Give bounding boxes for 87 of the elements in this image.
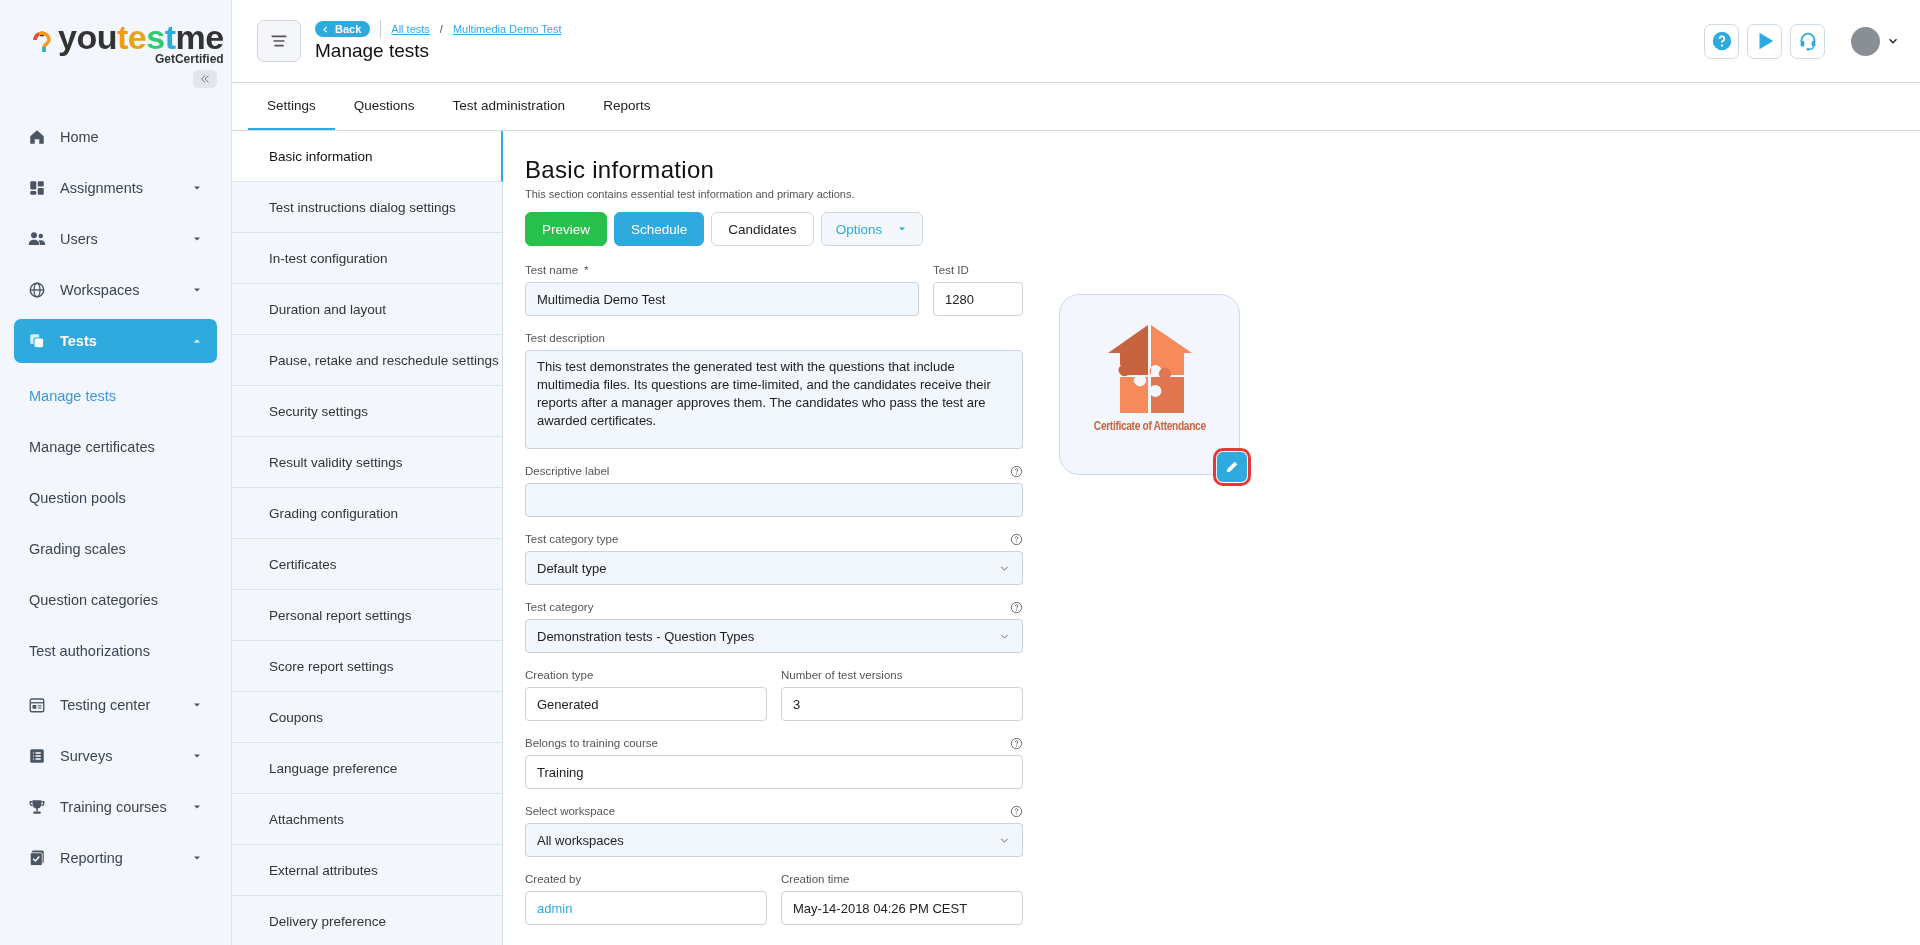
input-field[interactable]: Generated bbox=[525, 687, 767, 721]
settings-nav-item[interactable]: Delivery preference bbox=[232, 896, 502, 945]
settings-nav-item[interactable]: Duration and layout bbox=[232, 284, 502, 335]
page-title: Manage tests bbox=[315, 40, 431, 62]
chevron-left-icon bbox=[321, 24, 330, 34]
home-icon bbox=[28, 128, 46, 146]
select-field[interactable]: Demonstration tests - Question Types bbox=[525, 619, 1023, 653]
calendar-icon bbox=[28, 696, 46, 714]
help-icon[interactable] bbox=[1010, 532, 1023, 546]
logo-tagline: GetCertified bbox=[154, 52, 224, 66]
help-icon bbox=[1710, 30, 1733, 52]
input-field[interactable]: Multimedia Demo Test bbox=[525, 282, 919, 316]
help-icon[interactable] bbox=[1010, 600, 1023, 614]
dashboard-icon bbox=[28, 179, 46, 197]
help-icon[interactable] bbox=[1010, 464, 1023, 478]
certificate-caption: Certificate of Attendance bbox=[1093, 419, 1206, 433]
settings-nav-item[interactable]: Attachments bbox=[232, 794, 502, 845]
settings-nav-item[interactable]: Certificates bbox=[232, 539, 502, 590]
users-icon bbox=[28, 230, 46, 248]
tab[interactable]: Questions bbox=[334, 83, 434, 130]
settings-nav-item[interactable]: Basic information bbox=[232, 131, 503, 182]
sidebar-item[interactable]: Surveys bbox=[14, 734, 217, 778]
field-label: Created by bbox=[525, 873, 582, 885]
field-label: Creation type bbox=[525, 669, 594, 681]
settings-nav-item[interactable]: Security settings bbox=[232, 386, 502, 437]
field-label: Descriptive label bbox=[525, 465, 610, 477]
sidebar-item[interactable]: Workspaces bbox=[14, 268, 217, 312]
settings-nav-item[interactable]: Grading configuration bbox=[232, 488, 502, 539]
user-avatar[interactable] bbox=[1851, 26, 1880, 56]
settings-nav-item[interactable]: Coupons bbox=[232, 692, 502, 743]
section-title: Basic information bbox=[525, 156, 716, 184]
field-label: Test description bbox=[525, 332, 605, 344]
trophy-icon bbox=[28, 798, 46, 816]
double-chevron-icon bbox=[198, 72, 212, 86]
settings-nav-item[interactable]: Test instructions dialog settings bbox=[232, 182, 502, 233]
field-label: Creation time bbox=[781, 873, 850, 885]
sidebar-subitem[interactable]: Manage certificates bbox=[0, 421, 231, 472]
help-icon[interactable] bbox=[1010, 736, 1023, 750]
field-label: Test ID bbox=[933, 264, 969, 276]
tab[interactable]: Reports bbox=[584, 83, 670, 130]
input-field[interactable]: 3 bbox=[781, 687, 1023, 721]
settings-nav-item[interactable]: External attributes bbox=[232, 845, 502, 896]
settings-nav-item[interactable]: Personal report settings bbox=[232, 590, 502, 641]
breadcrumb-separator: / bbox=[439, 23, 443, 35]
menu-button[interactable] bbox=[257, 20, 301, 62]
sidebar-subitem[interactable]: Grading scales bbox=[0, 523, 231, 574]
sidebar-item[interactable]: Reporting bbox=[14, 836, 217, 880]
field-label: Belongs to training course bbox=[525, 737, 658, 749]
sidebar-item[interactable]: Users bbox=[14, 217, 217, 261]
field-label: Test name bbox=[525, 264, 579, 276]
sidebar-item[interactable]: Home bbox=[14, 115, 217, 159]
settings-nav-item[interactable]: Score report settings bbox=[232, 641, 502, 692]
sidebar-item[interactable]: Training courses bbox=[14, 785, 217, 829]
sidebar-item[interactable]: Testing center bbox=[14, 683, 217, 727]
report-icon bbox=[28, 849, 46, 867]
globe-icon bbox=[28, 281, 46, 299]
settings-nav-item[interactable]: Language preference bbox=[232, 743, 502, 794]
pencil-icon bbox=[1224, 459, 1240, 475]
candidates-button[interactable]: Candidates bbox=[711, 212, 814, 246]
field-label: Test category type bbox=[525, 533, 619, 545]
settings-nav-item[interactable]: In-test configuration bbox=[232, 233, 502, 284]
list-icon bbox=[28, 747, 46, 765]
select-field[interactable]: All workspaces bbox=[525, 823, 1023, 857]
text-area[interactable]: This test demonstrates the generated test with the questions that include multimedia files. Its questions are time-limited, and the candidates receive their reports after a manager approves them. The candidates who pass the test are awarded certificates. bbox=[525, 350, 1023, 449]
sidebar-subitem[interactable]: Question categories bbox=[0, 574, 231, 625]
field-label: Select workspace bbox=[525, 805, 616, 817]
input-field[interactable]: May-14-2018 04:26 PM CEST bbox=[781, 891, 1023, 925]
help-button[interactable] bbox=[1704, 23, 1739, 59]
field-label: Test category bbox=[525, 601, 594, 613]
support-button[interactable] bbox=[1790, 23, 1825, 59]
field-label: Number of test versions bbox=[781, 669, 903, 681]
input-field[interactable] bbox=[525, 483, 1023, 517]
input-field[interactable]: Training bbox=[525, 755, 1023, 789]
input-field[interactable]: 1280 bbox=[933, 282, 1023, 316]
help-icon[interactable] bbox=[1010, 804, 1023, 818]
play-button[interactable] bbox=[1747, 23, 1782, 59]
required-mark: * bbox=[584, 264, 589, 276]
sidebar-item[interactable]: Assignments bbox=[14, 166, 217, 210]
sidebar-subitem[interactable]: Test authorizations bbox=[0, 625, 231, 676]
logo-wordmark: youtestme bbox=[58, 20, 224, 54]
section-subtitle: This section contains essential test information and primary actions. bbox=[525, 188, 856, 200]
settings-nav-item[interactable]: Pause, retake and reschedule settings bbox=[232, 335, 502, 386]
settings-nav-item[interactable]: Result validity settings bbox=[232, 437, 502, 488]
copy-icon bbox=[28, 332, 46, 350]
tab[interactable]: Test administration bbox=[433, 83, 585, 130]
select-field[interactable]: Default type bbox=[525, 551, 1023, 585]
sidebar-subitem[interactable]: Question pools bbox=[0, 472, 231, 523]
